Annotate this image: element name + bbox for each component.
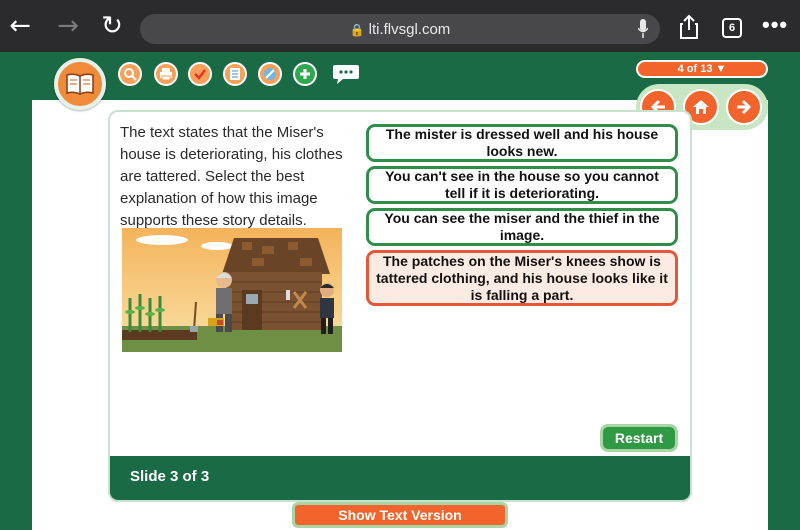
miser-house-illustration [122, 228, 342, 352]
book-icon[interactable] [54, 58, 106, 110]
url-text: lti.flvsgl.com [368, 21, 451, 38]
answer-option-2[interactable]: You can't see in the house so you cannot… [366, 166, 678, 204]
slide-counter-dropdown[interactable]: 4 of 13 ▼ [636, 60, 768, 78]
answer-option-3[interactable]: You can see the miser and the thief in t… [366, 208, 678, 246]
question-text: The text states that the Miser's house i… [120, 124, 343, 229]
next-arrow-icon[interactable] [726, 89, 762, 125]
reload-icon[interactable]: ↻ [96, 10, 128, 42]
restart-button[interactable]: Restart [600, 424, 678, 452]
check-icon[interactable] [188, 62, 212, 86]
address-bar[interactable]: 🔒 lti.flvsgl.com [140, 14, 660, 44]
list-icon[interactable] [223, 62, 247, 86]
slide-footer-label: Slide 3 of 3 [130, 468, 210, 485]
slide-footer: Slide 3 of 3 [110, 456, 690, 500]
chat-icon[interactable] [332, 63, 360, 85]
forward-arrow-icon[interactable]: → [52, 10, 84, 42]
answer-option-4[interactable]: The patches on the Miser's knees show is… [366, 250, 678, 306]
lock-icon: 🔒 [349, 23, 365, 37]
microphone-icon[interactable] [638, 19, 648, 39]
tab-count-button[interactable]: 6 [722, 18, 742, 38]
share-icon[interactable] [676, 14, 702, 40]
print-icon[interactable] [154, 62, 178, 86]
show-text-version-button[interactable]: Show Text Version [292, 502, 508, 528]
search-icon[interactable] [118, 62, 142, 86]
plus-icon[interactable] [293, 62, 317, 86]
browser-toolbar: ← → ↻ 🔒 lti.flvsgl.com 6 ••• [0, 0, 800, 52]
back-arrow-icon[interactable]: ← [4, 10, 36, 42]
more-menu-icon[interactable]: ••• [762, 12, 788, 38]
answer-option-1[interactable]: The mister is dressed well and his house… [366, 124, 678, 162]
pencil-icon[interactable] [258, 62, 282, 86]
